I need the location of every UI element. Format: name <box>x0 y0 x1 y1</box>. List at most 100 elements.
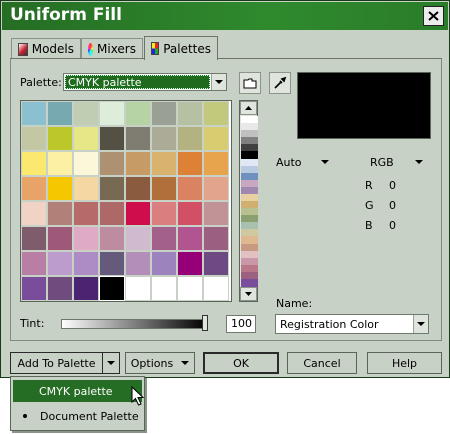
color-swatch[interactable] <box>73 251 99 276</box>
color-space-select[interactable]: RGB <box>363 153 430 171</box>
color-swatch[interactable] <box>151 251 177 276</box>
color-swatch[interactable] <box>125 201 151 226</box>
color-swatch[interactable] <box>73 126 99 151</box>
color-swatch[interactable] <box>151 126 177 151</box>
color-name-value: Registration Color <box>280 317 379 331</box>
color-swatch[interactable] <box>151 176 177 201</box>
color-swatch[interactable] <box>21 151 47 176</box>
color-swatch[interactable] <box>177 226 203 251</box>
open-palette-button[interactable] <box>239 72 261 94</box>
options-button[interactable]: Options <box>125 352 195 374</box>
color-swatch[interactable] <box>177 126 203 151</box>
scroll-up-button[interactable] <box>240 101 257 115</box>
color-swatch[interactable] <box>47 201 73 226</box>
eyedropper-icon <box>274 76 287 89</box>
chevron-down-icon[interactable] <box>413 315 428 333</box>
strip-color[interactable] <box>241 278 258 287</box>
color-swatch[interactable] <box>99 201 125 226</box>
color-swatch[interactable] <box>47 176 73 201</box>
color-name-combo[interactable]: Registration Color <box>275 314 429 334</box>
color-swatch[interactable] <box>21 251 47 276</box>
color-swatch[interactable] <box>21 201 47 226</box>
menu-item-document-palette[interactable]: Document Palette <box>13 405 142 427</box>
color-swatch[interactable] <box>99 226 125 251</box>
arrow-up-icon <box>245 106 252 110</box>
color-swatch[interactable] <box>99 101 125 126</box>
color-swatch[interactable] <box>99 251 125 276</box>
menu-item-cmyk-palette[interactable]: CMYK palette <box>13 380 142 402</box>
color-swatch[interactable] <box>47 226 73 251</box>
tab-models[interactable]: Models <box>11 38 81 59</box>
color-swatch[interactable] <box>99 176 125 201</box>
color-swatch[interactable] <box>177 276 203 301</box>
color-swatch[interactable] <box>21 101 47 126</box>
swatch-grid[interactable] <box>20 100 232 302</box>
color-swatch[interactable] <box>47 126 73 151</box>
color-swatch[interactable] <box>151 101 177 126</box>
color-swatch[interactable] <box>125 276 151 301</box>
color-swatch[interactable] <box>125 126 151 151</box>
color-swatch[interactable] <box>125 176 151 201</box>
color-swatch[interactable] <box>125 101 151 126</box>
color-swatch[interactable] <box>203 176 229 201</box>
color-swatch[interactable] <box>73 276 99 301</box>
color-swatch[interactable] <box>203 101 229 126</box>
color-model-select[interactable]: Auto <box>269 153 336 171</box>
color-swatch[interactable] <box>21 176 47 201</box>
palette-strip[interactable] <box>239 100 258 302</box>
tint-slider[interactable] <box>61 319 207 329</box>
color-swatch[interactable] <box>73 226 99 251</box>
color-swatch[interactable] <box>177 176 203 201</box>
color-swatch[interactable] <box>73 151 99 176</box>
color-swatch[interactable] <box>203 276 229 301</box>
color-swatch[interactable] <box>47 101 73 126</box>
color-swatch[interactable] <box>203 126 229 151</box>
name-label: Name: <box>276 297 313 310</box>
color-swatch[interactable] <box>203 226 229 251</box>
color-swatch[interactable] <box>151 226 177 251</box>
add-to-palette-button[interactable]: Add To Palette <box>10 352 102 374</box>
tab-palettes[interactable]: Palettes <box>144 36 218 60</box>
add-to-palette-menu: CMYK palette Document Palette <box>10 376 145 431</box>
color-swatch[interactable] <box>99 126 125 151</box>
tab-mixers[interactable]: Mixers <box>81 38 143 59</box>
color-swatch[interactable] <box>47 151 73 176</box>
tint-value-input[interactable]: 100 <box>226 315 256 333</box>
color-swatch[interactable] <box>47 276 73 301</box>
color-swatch[interactable] <box>177 151 203 176</box>
color-swatch[interactable] <box>125 151 151 176</box>
color-swatch[interactable] <box>125 251 151 276</box>
color-swatch[interactable] <box>73 176 99 201</box>
color-swatch[interactable] <box>21 276 47 301</box>
models-icon <box>18 42 28 56</box>
color-swatch[interactable] <box>151 276 177 301</box>
palette-select[interactable]: CMYK palette <box>63 73 227 91</box>
color-swatch[interactable] <box>99 276 125 301</box>
color-swatch[interactable] <box>177 251 203 276</box>
eyedropper-button[interactable] <box>269 72 291 94</box>
color-swatch[interactable] <box>73 101 99 126</box>
color-swatch[interactable] <box>99 151 125 176</box>
help-button[interactable]: Help <box>367 352 442 374</box>
color-swatch[interactable] <box>151 201 177 226</box>
cancel-button[interactable]: Cancel <box>287 352 357 374</box>
tint-slider-thumb[interactable] <box>202 315 208 331</box>
add-to-palette-dropdown[interactable] <box>102 352 120 374</box>
color-swatch[interactable] <box>177 201 203 226</box>
color-swatch[interactable] <box>21 126 47 151</box>
scroll-down-button[interactable] <box>240 287 257 301</box>
color-swatch[interactable] <box>203 151 229 176</box>
tab-models-label: Models <box>31 42 74 56</box>
chevron-down-icon[interactable] <box>211 74 226 90</box>
color-swatch[interactable] <box>203 251 229 276</box>
color-swatch[interactable] <box>177 101 203 126</box>
color-swatch[interactable] <box>125 226 151 251</box>
color-swatch[interactable] <box>47 251 73 276</box>
title-bar[interactable]: Uniform Fill <box>2 2 448 30</box>
color-swatch[interactable] <box>21 226 47 251</box>
color-swatch[interactable] <box>73 201 99 226</box>
color-swatch[interactable] <box>203 201 229 226</box>
ok-button[interactable]: OK <box>203 352 279 374</box>
close-button[interactable] <box>423 6 444 26</box>
color-swatch[interactable] <box>151 151 177 176</box>
